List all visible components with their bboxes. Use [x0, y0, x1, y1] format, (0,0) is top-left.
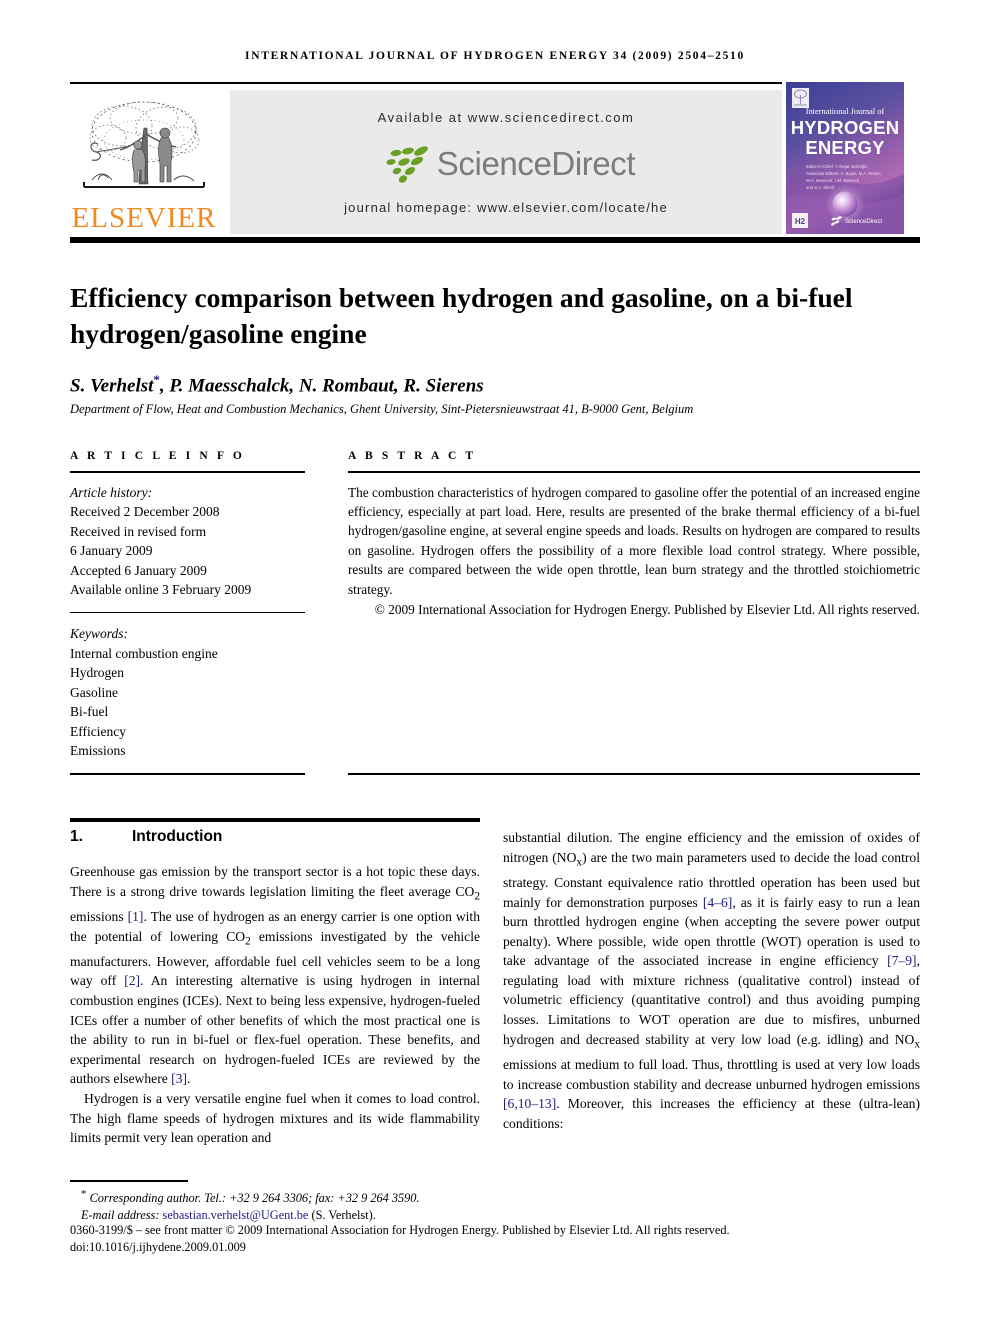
citation-link[interactable]: [6,10–13]	[503, 1096, 556, 1111]
sciencedirect-leaf-icon	[386, 146, 428, 183]
running-head: INTERNATIONAL JOURNAL OF HYDROGEN ENERGY…	[245, 50, 745, 62]
abstract-heading: A B S T R A C T	[348, 450, 477, 462]
paragraph-text: Greenhouse gas emission by the transport…	[70, 864, 480, 899]
elsevier-wordmark: ELSEVIER	[71, 202, 217, 234]
introduction-top-rule	[70, 818, 480, 822]
email-link[interactable]: sebastian.verhelst@UGent.be	[163, 1208, 309, 1222]
svg-text:International Journal of: International Journal of	[806, 107, 885, 116]
paragraph-text: .	[187, 1071, 191, 1087]
keyword-item: Hydrogen	[70, 665, 124, 680]
keyword-item: Gasoline	[70, 684, 118, 700]
svg-text:and S.A. Sherif: and S.A. Sherif	[806, 185, 835, 190]
elsevier-tree-icon	[78, 92, 210, 204]
keyword-item: Bi-fuel	[70, 704, 109, 719]
body-column-right: substantial dilution. The engine efficie…	[503, 828, 920, 1133]
svg-text:H2: H2	[795, 217, 806, 226]
abstract-text: The combustion characteristics of hydrog…	[348, 484, 920, 597]
footnote-marker: *	[81, 1188, 87, 1200]
citation-link[interactable]: [3]	[171, 1071, 187, 1086]
section-title: Introduction	[132, 828, 223, 845]
history-item: Received in revised form	[70, 523, 207, 539]
citation-link[interactable]: [1]	[128, 909, 144, 924]
sciencedirect-logo: ScienceDirect	[230, 138, 782, 190]
history-item: Received 2 December 2008	[70, 504, 220, 519]
page-title: Efficiency comparison between hydrogen a…	[70, 282, 853, 350]
journal-article-page: INTERNATIONAL JOURNAL OF HYDROGEN ENERGY…	[0, 0, 992, 1323]
article-info-column: A R T I C L E I N F O Article history: R…	[70, 450, 305, 761]
section-heading-introduction: 1. Introduction	[70, 828, 480, 846]
article-history-divider	[70, 611, 305, 613]
svg-text:Editor-in-Chief: T. Nejat Vezi: Editor-in-Chief: T. Nejat Veziroğlu	[806, 164, 868, 169]
citation-link[interactable]: [7–9]	[887, 953, 916, 968]
keyword-item: Internal combustion engine	[70, 645, 218, 661]
keywords-label: Keywords:	[70, 626, 128, 641]
history-item: Available online 3 February 2009	[70, 582, 252, 597]
doi-line: doi:10.1016/j.ijhydene.2009.01.009	[70, 1240, 246, 1254]
paragraph: substantial dilution. The engine efficie…	[503, 828, 920, 1133]
citation-link[interactable]: [4–6]	[703, 895, 732, 910]
history-item: Accepted 6 January 2009	[70, 562, 207, 578]
abstract-divider	[348, 471, 920, 473]
article-info-bottom-rule	[70, 773, 305, 775]
front-matter-block: 0360-3199/$ – see front matter © 2009 In…	[70, 1222, 920, 1256]
author-rest: , P. Maesschalck, N. Rombaut, R. Sierens	[159, 375, 484, 397]
section-number: 1.	[70, 828, 83, 845]
email-note: E-mail address: sebastian.verhelst@UGent…	[70, 1207, 490, 1224]
paragraph-text: emissions at medium to full load. Thus, …	[503, 1056, 920, 1092]
svg-text:ScienceDirect: ScienceDirect	[845, 219, 882, 225]
corresponding-author-text: Corresponding author. Tel.: +32 9 264 33…	[89, 1191, 420, 1206]
svg-text:ENERGY: ENERGY	[805, 137, 885, 158]
svg-text:Associate Editors: A. Bejan, M: Associate Editors: A. Bejan, M.A. Rosen,	[806, 171, 882, 176]
journal-homepage-text: journal homepage: www.elsevier.com/locat…	[344, 200, 668, 215]
nox-subscript: x	[914, 1038, 920, 1051]
abstract-column: A B S T R A C T The combustion character…	[348, 450, 920, 619]
article-info-divider	[70, 471, 305, 473]
footnote-block: * Corresponding author. Tel.: +32 9 264 …	[70, 1186, 490, 1223]
svg-text:HYDROGEN: HYDROGEN	[791, 117, 900, 138]
history-item: 6 January 2009	[70, 543, 153, 558]
available-at-text: Available at www.sciencedirect.com	[377, 110, 635, 125]
email-label: E-mail address:	[81, 1207, 160, 1222]
co2-subscript: 2	[474, 890, 480, 903]
author-list: S. Verhelst*, P. Maesschalck, N. Rombaut…	[70, 372, 890, 397]
article-history: Article history: Received 2 December 200…	[70, 483, 305, 600]
paragraph: Hydrogen is a very versatile engine fuel…	[70, 1090, 480, 1146]
keyword-item: Emissions	[70, 743, 126, 758]
paragraph-text: emissions	[70, 908, 128, 924]
abstract-bottom-rule	[348, 773, 920, 775]
sciencedirect-wordmark: ScienceDirect	[436, 145, 636, 182]
footnote-rule	[70, 1180, 188, 1182]
abstract-copyright: © 2009 International Association for Hyd…	[374, 601, 920, 617]
keyword-item: Efficiency	[70, 723, 126, 739]
masthead: ELSEVIER Available at www.sciencedirect.…	[70, 82, 920, 236]
sciencedirect-banner: Available at www.sciencedirect.com Scien…	[230, 90, 782, 234]
email-owner: (S. Verhelst).	[311, 1207, 376, 1222]
body-column-left: Greenhouse gas emission by the transport…	[70, 862, 480, 1148]
issn-copyright-line: 0360-3199/$ – see front matter © 2009 In…	[70, 1223, 730, 1237]
corresponding-author-note: * Corresponding author. Tel.: +32 9 264 …	[70, 1186, 490, 1207]
svg-text:W.A. Manzoor, J.M. Norbeck: W.A. Manzoor, J.M. Norbeck	[806, 178, 860, 183]
author-first: S. Verhelst	[70, 375, 154, 397]
header-rule-top	[70, 82, 782, 84]
paragraph: Greenhouse gas emission by the transport…	[70, 862, 480, 1089]
journal-cover-thumbnail: International Journal of HYDROGEN ENERGY…	[786, 82, 904, 234]
paragraph-text: . An interesting alternative is using hy…	[70, 973, 480, 1087]
keywords-block: Keywords: Internal combustion engine Hyd…	[70, 624, 305, 761]
citation-link[interactable]: [2]	[124, 973, 140, 988]
article-history-label: Article history:	[70, 484, 153, 500]
article-info-heading: A R T I C L E I N F O	[70, 450, 245, 462]
paragraph-text: . Moreover, this increases the efficienc…	[503, 1096, 920, 1131]
masthead-bottom-rule	[70, 237, 920, 243]
journal-cover-artwork: International Journal of HYDROGEN ENERGY…	[786, 82, 904, 234]
elsevier-logo: ELSEVIER	[70, 88, 218, 236]
affiliation: Department of Flow, Heat and Combustion …	[70, 402, 694, 416]
